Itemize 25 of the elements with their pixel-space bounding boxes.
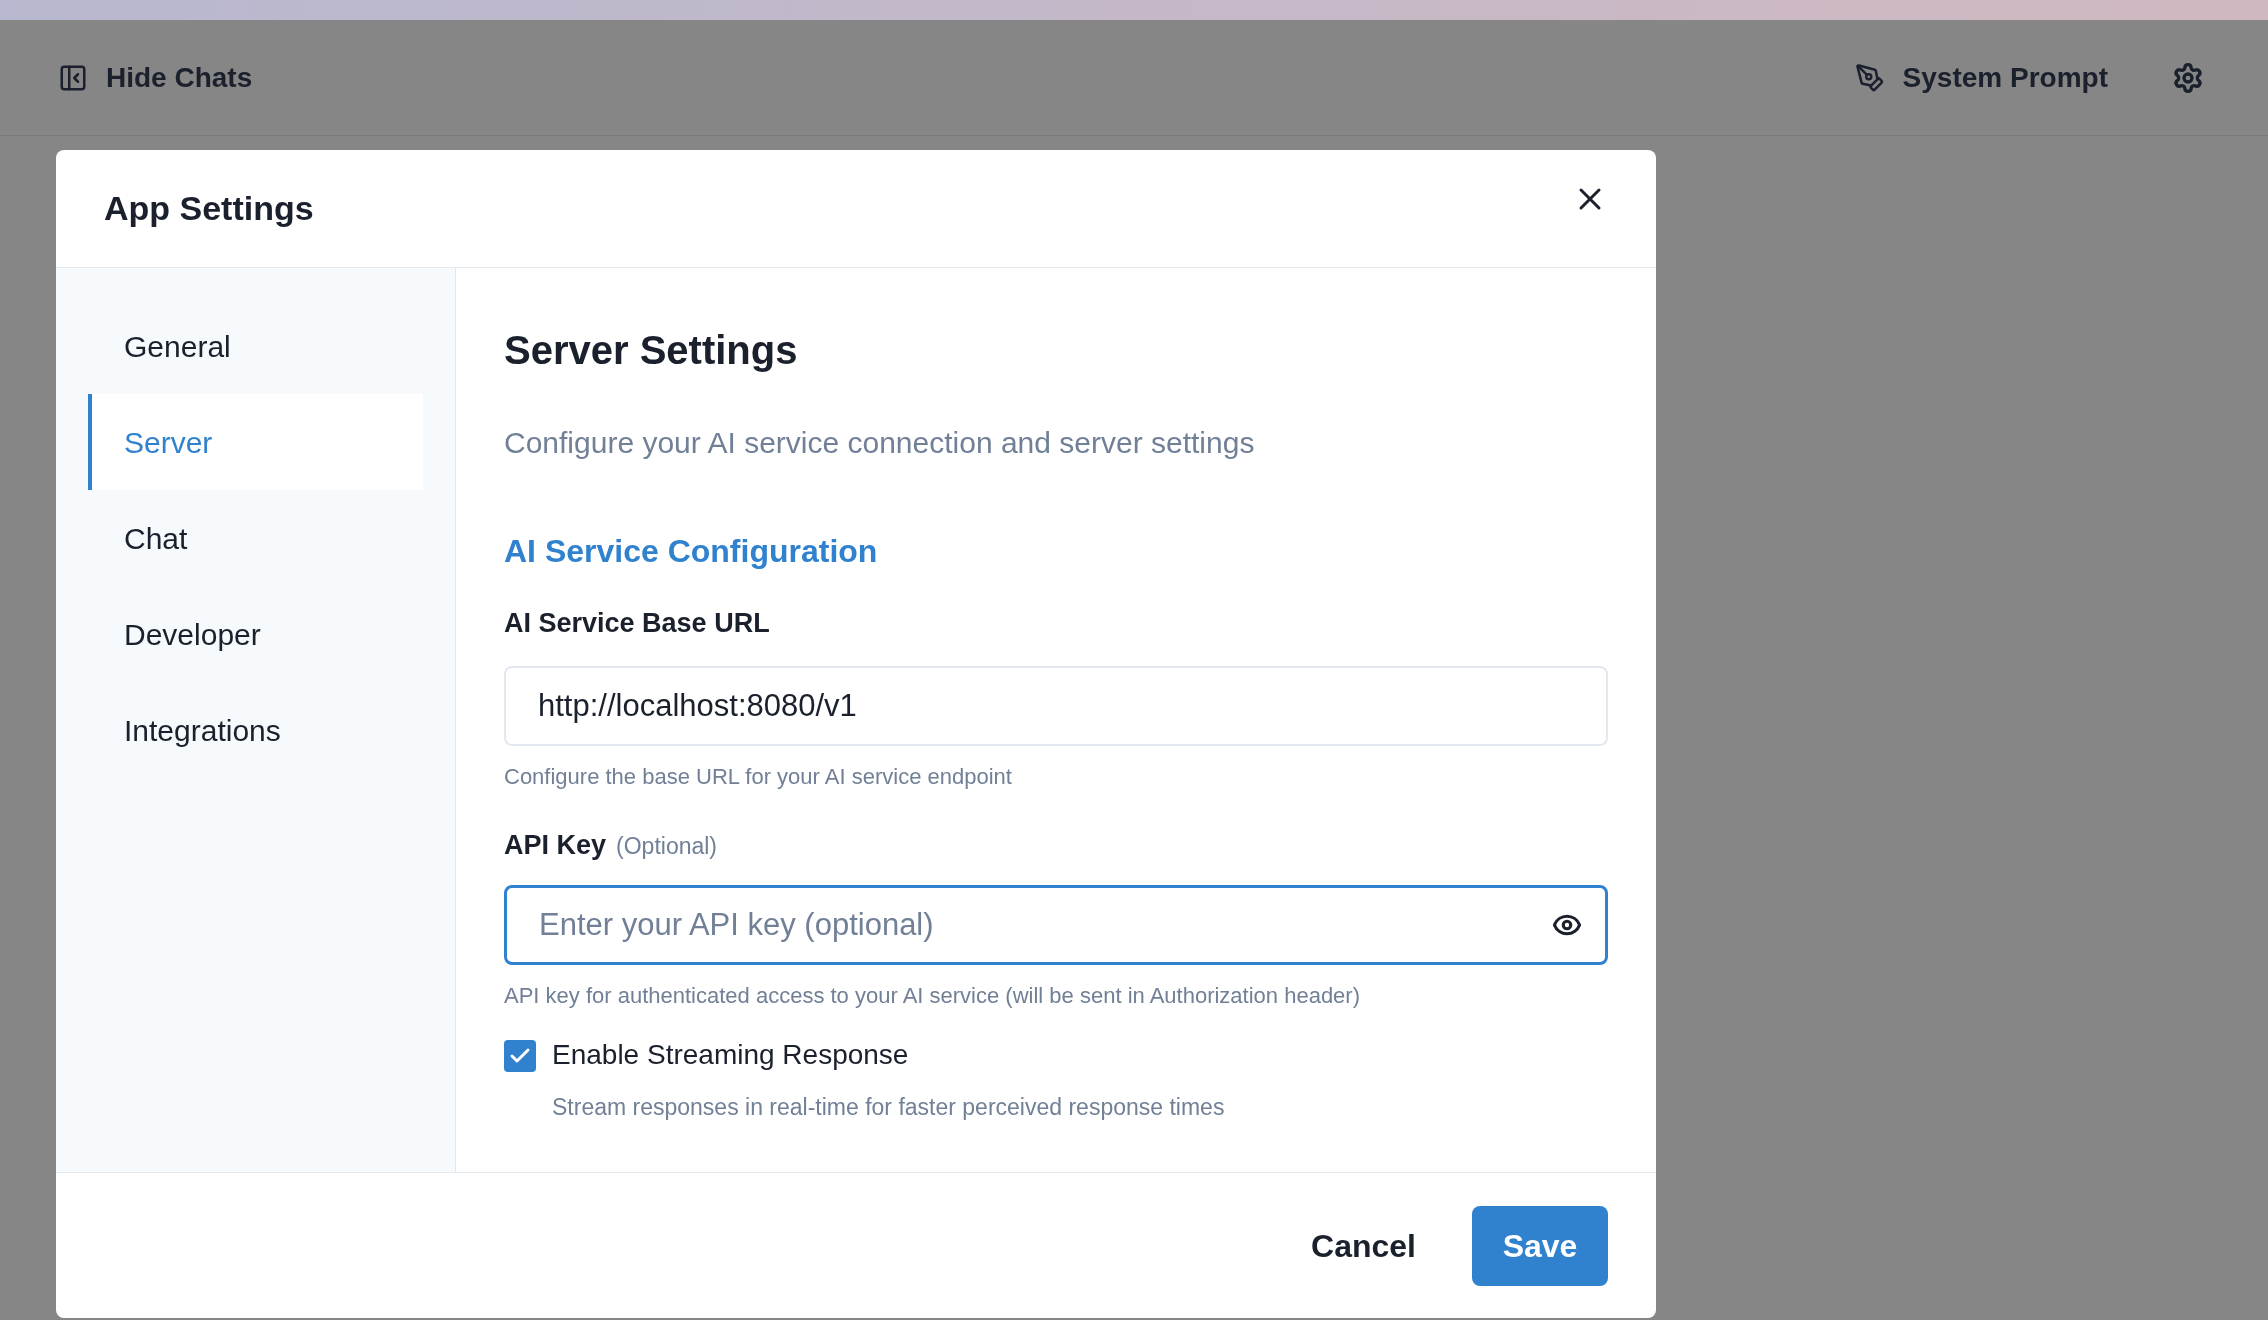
hide-chats-button[interactable]: Hide Chats (58, 56, 253, 99)
sidebar-tab[interactable]: Developer (88, 586, 423, 682)
optional-hint: (Optional) (616, 831, 718, 861)
sidebar-tab[interactable]: General (88, 298, 423, 394)
sidebar-tab[interactable]: Server (88, 394, 423, 490)
subsection-heading: AI Service Configuration (504, 532, 879, 571)
dialog-title: App Settings (104, 188, 314, 229)
sidebar-tab[interactable]: Chat (88, 490, 423, 586)
sidebar-tab[interactable]: Integrations (88, 682, 423, 778)
field-help-text: Configure the base URL for your AI service endpoint (504, 762, 1013, 791)
field-label: AI Service Base URL (504, 607, 771, 640)
section-description: Configure your AI service connection and server settings (504, 425, 1256, 461)
settings-icon[interactable] (2172, 61, 2204, 94)
section-heading: Server Settings (504, 327, 799, 374)
base-url-field[interactable]: http://localhost:8080/v1 (504, 665, 1608, 746)
api-key-field[interactable]: Enter your API key (optional) (504, 885, 1608, 965)
checkbox-help-text: Stream responses in real-time for faster perceived response times (552, 1093, 1225, 1122)
system-prompt-button[interactable]: System Prompt (1854, 56, 2108, 99)
save-button[interactable]: Save (1472, 1205, 1608, 1286)
field-label: API Key (504, 828, 607, 862)
checkbox[interactable] (504, 1040, 536, 1072)
field-help-text: API key for authenticated access to your AI service (will be sent in Authorization header) (504, 982, 1361, 1010)
checkbox-label: Enable Streaming Response (552, 1038, 910, 1072)
pen-icon (1854, 62, 1885, 93)
cancel-button[interactable]: Cancel (1311, 1221, 1416, 1270)
